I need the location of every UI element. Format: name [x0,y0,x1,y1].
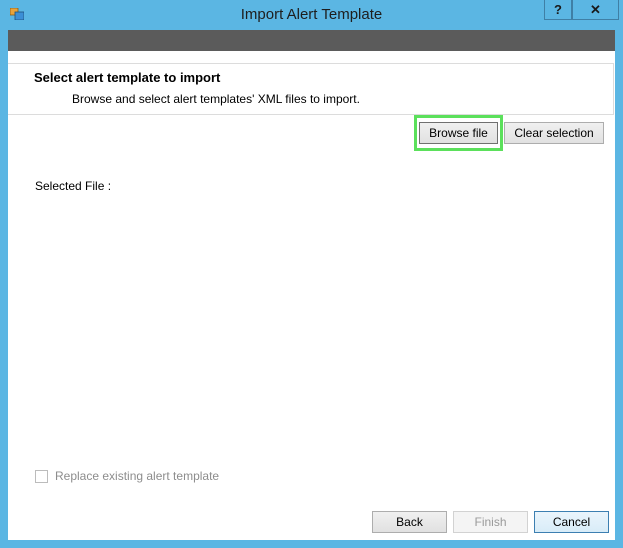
header-subtitle: Browse and select alert templates' XML f… [72,92,360,106]
replace-existing-checkbox[interactable] [35,469,48,483]
replace-existing-label: Replace existing alert template [55,469,220,483]
dialog-client-area: Select alert template to import Browse a… [8,30,615,540]
back-button[interactable]: Back [372,511,447,533]
cancel-button[interactable]: Cancel [534,511,609,533]
window-title: Import Alert Template [240,6,383,23]
close-button[interactable]: ✕ [572,0,619,20]
finish-button[interactable]: Finish [453,511,528,533]
close-icon: ✕ [590,1,601,17]
wizard-header: Select alert template to import Browse a… [8,63,614,115]
header-bar [8,30,615,51]
browse-file-button[interactable]: Browse file [419,122,498,144]
help-icon: ? [554,2,562,17]
help-button[interactable]: ? [544,0,572,20]
import-alert-template-window: Import Alert Template ? ✕ Select alert t… [0,0,623,548]
clear-selection-button[interactable]: Clear selection [504,122,604,144]
header-title: Select alert template to import [34,70,221,85]
selected-file-label: Selected File : [35,179,112,193]
replace-existing-option[interactable]: Replace existing alert template [35,468,219,484]
title-bar[interactable]: Import Alert Template ? ✕ [0,0,623,30]
